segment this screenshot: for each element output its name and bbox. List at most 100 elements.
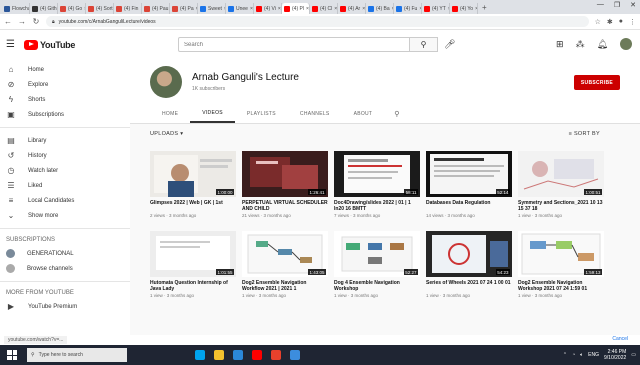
video-title[interactable]: Doc4Drawing/slides 2022 | 01 | 1 ln20 16… — [334, 200, 420, 212]
sidebar-item-library[interactable]: ▤ Library — [0, 133, 130, 148]
video-thumbnail[interactable]: 52:14 — [426, 151, 512, 197]
browser-tab[interactable]: (4) Ar × — [338, 3, 366, 14]
clock[interactable]: 2:46 PM 9/10/2022 — [604, 349, 626, 361]
new-tab-button[interactable]: + — [482, 3, 487, 12]
sort-by-button[interactable]: ≡ SORT BY — [569, 131, 600, 137]
volume-icon[interactable]: 🔈︎ — [580, 352, 583, 358]
browser-tab[interactable]: (4) Yo × — [450, 3, 478, 14]
video-thumbnail[interactable]: 54:23 — [426, 231, 512, 277]
tab-videos[interactable]: VIDEOS — [190, 104, 235, 123]
video-card[interactable]: 1:26:41 PERPETUAL VIRTUAL SCHEDULER AND C… — [242, 151, 328, 218]
video-card[interactable]: 1:00:00 Glimpses 2022 | Web | GK | 1st 2 v… — [150, 151, 236, 218]
video-card[interactable]: 52:14 Databases Data Regulation 14 views ·… — [426, 151, 512, 218]
video-thumbnail[interactable]: 1:26:41 — [242, 151, 328, 197]
subscribe-button[interactable]: SUBSCRIBE — [574, 75, 620, 90]
browser-tab[interactable]: (4) Pl × — [282, 3, 310, 14]
browser-tab[interactable]: (4) Pa× — [170, 3, 198, 14]
video-thumbnail[interactable]: 1:00:51 — [518, 151, 604, 197]
browser-tab[interactable]: (4) Pau× — [142, 3, 170, 14]
video-title[interactable]: Databases Data Regulation — [426, 200, 512, 212]
search-input[interactable] — [178, 37, 410, 52]
notifications-icon[interactable]: ▭ — [631, 352, 636, 358]
sidebar-item-liked[interactable]: ☰ Liked — [0, 178, 130, 193]
tab-close-icon[interactable]: × — [334, 6, 337, 12]
tab-about[interactable]: ABOUT — [342, 104, 385, 123]
video-thumbnail[interactable]: 1:59:13 — [518, 231, 604, 277]
video-thumbnail[interactable]: 1:43:05 — [242, 231, 328, 277]
sidebar-item-history[interactable]: ↺ History — [0, 148, 130, 163]
tab-close-icon[interactable]: × — [475, 6, 477, 12]
windows-start-icon[interactable] — [7, 350, 17, 360]
channel-search-icon[interactable]: ⚲ — [384, 110, 409, 118]
microphone-icon[interactable]: 🎤︎ — [444, 39, 455, 50]
create-video-icon[interactable]: ⊞ — [556, 39, 564, 50]
maximize-button[interactable]: ❐ — [614, 1, 620, 9]
browser-tab[interactable]: (4) YT× — [422, 3, 450, 14]
video-title[interactable]: PERPETUAL VIRTUAL SCHEDULER AND CHILD — [242, 200, 328, 212]
taskbar-app-icon[interactable] — [195, 350, 205, 360]
taskbar-app-icon[interactable] — [214, 350, 224, 360]
sidebar-item-local-candidates[interactable]: ≡ Local Candidates — [0, 193, 130, 208]
video-title[interactable]: Dog 4 Ensemble Navigation Workshop — [334, 280, 420, 292]
subscription-item[interactable]: GENERATIONAL — [0, 246, 130, 261]
uploads-dropdown[interactable]: UPLOADS ▾ — [150, 131, 183, 137]
video-card[interactable]: 54:23 Series of Wheels 2021 07 24 1 00 01… — [426, 231, 512, 298]
tab-close-icon[interactable]: × — [362, 6, 365, 12]
taskbar-app-icon[interactable] — [271, 350, 281, 360]
taskbar-app-icon[interactable] — [290, 350, 300, 360]
close-window-button[interactable]: ✕ — [630, 1, 636, 9]
tab-close-icon[interactable]: × — [250, 6, 253, 12]
tab-close-icon[interactable]: × — [278, 6, 281, 12]
subscription-item[interactable]: Browse channels — [0, 261, 130, 276]
sidebar-item-home[interactable]: ⌂ Home — [0, 62, 130, 77]
tab-playlists[interactable]: PLAYLISTS — [235, 104, 288, 123]
video-title[interactable]: Dog2 Ensemble Navigation Workshop 2021 0… — [518, 280, 604, 292]
browser-tab[interactable]: (4) Vi × — [254, 3, 282, 14]
apps-grid-icon[interactable]: ⁂ — [576, 39, 585, 50]
extensions-icon[interactable]: ✱ — [607, 18, 613, 26]
sidebar-item-subscriptions[interactable]: ▣ Subscriptions — [0, 107, 130, 122]
video-card[interactable]: 58:11 Doc4Drawing/slides 2022 | 01 | 1 ln… — [334, 151, 420, 218]
video-thumbnail[interactable]: 1:00:00 — [150, 151, 236, 197]
sidebar-item-explore[interactable]: ⊘ Explore — [0, 77, 130, 92]
search-icon[interactable]: ⚲ — [410, 37, 438, 52]
language-indicator[interactable]: ENG — [588, 352, 599, 358]
sidebar-item-watch-later[interactable]: ◷ Watch later — [0, 163, 130, 178]
taskbar-search-field[interactable]: ⚲ Type here to search — [27, 348, 127, 362]
video-title[interactable]: Hutomata Question Internship of Java Lad… — [150, 280, 236, 292]
browser-tab[interactable]: (4) Cl × — [310, 3, 338, 14]
channel-avatar[interactable] — [150, 66, 182, 98]
cancel-link[interactable]: Cancel — [612, 336, 628, 342]
browser-tab[interactable]: Unee × — [226, 3, 254, 14]
profile-icon[interactable]: ● — [619, 18, 623, 26]
star-icon[interactable]: ☆ — [595, 18, 601, 26]
taskbar-app-icon[interactable] — [233, 350, 243, 360]
chevron-up-icon[interactable]: ⌃ — [563, 352, 567, 358]
browser-tab[interactable]: Flowchart× — [2, 3, 30, 14]
video-thumbnail[interactable]: 1:01:55 — [150, 231, 236, 277]
minimize-button[interactable]: — — [597, 1, 604, 9]
tab-home[interactable]: HOME — [150, 104, 190, 123]
more-options-icon[interactable]: ⋮ — [629, 18, 636, 26]
reload-icon[interactable]: ↻ — [32, 17, 40, 26]
sidebar-item-youtube-premium[interactable]: ▶ YouTube Premium — [0, 299, 130, 314]
video-card[interactable]: 1:43:05 Dog2 Ensemble Navigation Workflow… — [242, 231, 328, 298]
notifications-bell-icon[interactable]: 🔔︎ — [597, 39, 608, 50]
browser-tab[interactable]: (4) Fu × — [394, 3, 422, 14]
browser-tab[interactable]: (4) Sort× — [86, 3, 114, 14]
video-title[interactable]: Series of Wheels 2021 07 24 1 00 01 — [426, 280, 512, 292]
user-avatar[interactable] — [620, 38, 632, 50]
video-thumbnail[interactable]: 58:11 — [334, 151, 420, 197]
video-thumbnail[interactable]: 52:27 — [334, 231, 420, 277]
video-card[interactable]: 52:27 Dog 4 Ensemble Navigation Workshop 1… — [334, 231, 420, 298]
video-card[interactable]: 1:59:13 Dog2 Ensemble Navigation Workshop… — [518, 231, 604, 298]
network-icon[interactable]: ◔ — [572, 352, 575, 358]
video-card[interactable]: 1:00:51 Symmetry and Sections_2021 10 13 … — [518, 151, 604, 218]
browser-tab[interactable]: (4) Ba× — [366, 3, 394, 14]
video-title[interactable]: Symmetry and Sections_2021 10 13 15 37 1… — [518, 200, 604, 212]
browser-tab[interactable]: Sweet× — [198, 3, 226, 14]
back-arrow-icon[interactable]: ← — [4, 17, 12, 26]
youtube-logo[interactable]: YouTube — [24, 39, 75, 50]
sidebar-item-show-more[interactable]: ⌄ Show more — [0, 208, 130, 223]
url-field[interactable]: 🔒︎ youtube.com/c/ArnabGanguliLecture/vid… — [46, 16, 589, 27]
